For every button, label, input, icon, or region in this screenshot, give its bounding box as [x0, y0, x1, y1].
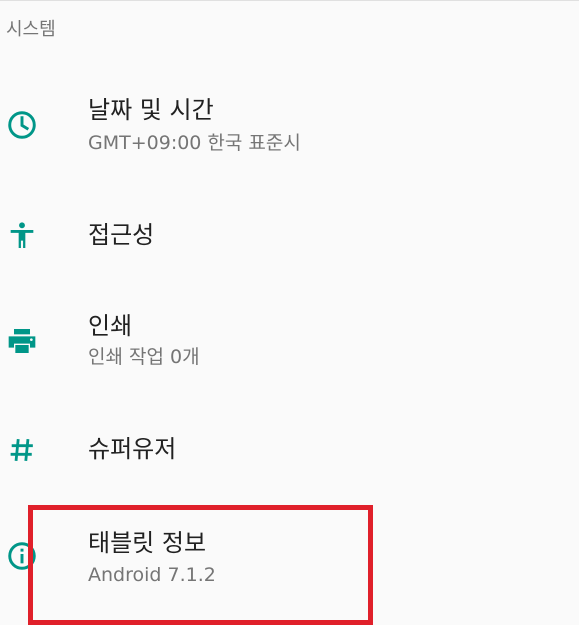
setting-item-printing[interactable]: 인쇄 인쇄 작업 0개 — [0, 297, 579, 389]
setting-item-superuser[interactable]: 슈퍼유저 — [0, 404, 579, 496]
setting-item-about-tablet[interactable]: 태블릿 정보 Android 7.1.2 — [0, 512, 579, 604]
printer-icon — [4, 323, 40, 359]
divider — [0, 0, 579, 1]
section-header: 시스템 — [6, 19, 56, 40]
setting-subtitle: 인쇄 작업 0개 — [88, 346, 200, 368]
accessibility-icon — [4, 218, 40, 254]
setting-title: 태블릿 정보 — [88, 529, 207, 557]
info-icon — [4, 538, 40, 574]
setting-title: 날짜 및 시간 — [88, 96, 214, 124]
setting-title: 접근성 — [88, 221, 155, 249]
setting-item-accessibility[interactable]: 접근성 — [0, 190, 579, 282]
setting-item-date-time[interactable]: 날짜 및 시간 GMT+09:00 한국 표준시 — [0, 80, 579, 172]
hash-icon — [4, 432, 40, 468]
clock-icon — [4, 107, 40, 143]
setting-subtitle: GMT+09:00 한국 표준시 — [88, 132, 301, 154]
setting-title: 슈퍼유저 — [88, 435, 177, 463]
setting-title: 인쇄 — [88, 312, 133, 340]
setting-subtitle: Android 7.1.2 — [88, 564, 216, 586]
